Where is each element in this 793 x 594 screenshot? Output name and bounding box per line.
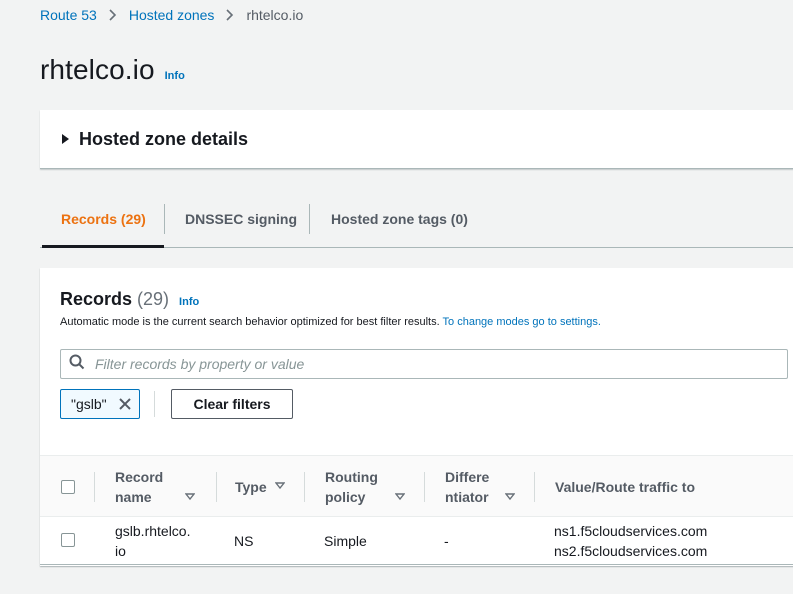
cell-value-line2: ns2.f5cloudservices.com: [554, 543, 708, 559]
caret-right-icon: [62, 134, 69, 144]
column-separator: [304, 472, 305, 502]
chevron-right-icon: [214, 9, 246, 21]
sort-caret-down-icon[interactable]: [185, 493, 195, 501]
token-divider: [154, 391, 155, 417]
page-info-link[interactable]: Info: [165, 70, 185, 82]
chevron-right-icon: [97, 9, 129, 21]
breadcrumb-current: rhtelco.io: [246, 7, 304, 23]
column-header-record-name-line2: name: [115, 489, 152, 505]
filter-token: "gslb": [60, 389, 140, 419]
records-description: Automatic mode is the current search beh…: [60, 316, 601, 328]
column-header-routing-policy[interactable]: Routing policy: [325, 467, 378, 507]
column-header-value[interactable]: Value/Route traffic to: [555, 477, 695, 497]
tab-hosted-zone-tags[interactable]: Hosted zone tags (0): [331, 204, 468, 234]
column-header-routing-line2: policy: [325, 489, 366, 505]
column-header-diff-line1: Differe: [445, 469, 490, 485]
page-header: rhtelco.io Info: [40, 54, 185, 86]
records-title: Records: [60, 289, 133, 309]
records-count: (29): [137, 289, 170, 309]
tab-dnssec-signing[interactable]: DNSSEC signing: [185, 204, 297, 234]
change-modes-link[interactable]: To change modes go to settings.: [443, 316, 601, 328]
breadcrumb: Route 53 Hosted zones rhtelco.io: [40, 6, 303, 24]
column-separator: [216, 472, 217, 502]
filter-records-field[interactable]: [60, 349, 788, 379]
column-separator: [424, 472, 425, 502]
hosted-zone-details-label: Hosted zone details: [79, 128, 249, 149]
records-table-header: Record name Type Routing policy Differe …: [40, 455, 793, 517]
cell-record-name: gslb.rhtelco. io: [115, 521, 190, 561]
records-header: Records (29) Info: [60, 289, 199, 310]
row-checkbox[interactable]: [61, 533, 75, 547]
tab-separator: [309, 204, 310, 234]
records-panel: Records (29) Info Automatic mode is the …: [40, 268, 793, 566]
filter-records-input[interactable]: [95, 356, 775, 372]
cell-differentiator: -: [444, 533, 449, 549]
column-header-routing-line1: Routing: [325, 469, 378, 485]
records-description-text: Automatic mode is the current search beh…: [60, 316, 440, 328]
select-all-checkbox[interactable]: [61, 480, 75, 494]
breadcrumb-route53-link[interactable]: Route 53: [40, 7, 97, 23]
tab-records[interactable]: Records (29): [61, 204, 146, 234]
sort-caret-down-icon[interactable]: [395, 493, 405, 501]
sort-caret-down-icon[interactable]: [505, 493, 515, 501]
cell-value-line1: ns1.f5cloudservices.com: [554, 523, 708, 539]
tab-separator: [164, 204, 165, 234]
cell-record-name-line1: gslb.rhtelco.: [115, 523, 191, 539]
column-header-record-name[interactable]: Record name: [115, 467, 163, 507]
cell-type: NS: [234, 533, 254, 549]
tab-active-indicator: [42, 245, 164, 248]
tab-bar: Records (29) DNSSEC signing Hosted zone …: [40, 196, 793, 248]
column-separator: [94, 472, 95, 502]
clear-filters-button[interactable]: Clear filters: [171, 389, 293, 419]
close-icon[interactable]: [118, 397, 132, 411]
cell-record-name-line2: io: [115, 543, 126, 559]
table-row[interactable]: gslb.rhtelco. io NS Simple - ns1.f5cloud…: [40, 517, 793, 565]
breadcrumb-hosted-zones-link[interactable]: Hosted zones: [129, 7, 215, 23]
filter-token-label: "gslb": [71, 396, 107, 412]
records-info-link[interactable]: Info: [179, 296, 199, 308]
cell-routing-policy: Simple: [324, 533, 367, 549]
column-header-differentiator[interactable]: Differe ntiator: [445, 467, 489, 507]
page-title: rhtelco.io: [40, 54, 155, 85]
cell-value: ns1.f5cloudservices.com ns2.f5cloudservi…: [554, 521, 707, 561]
sort-caret-down-icon[interactable]: [275, 482, 285, 490]
search-icon: [69, 354, 85, 375]
hosted-zone-details-expander[interactable]: Hosted zone details: [40, 110, 793, 169]
column-header-diff-line2: ntiator: [445, 489, 489, 505]
column-header-type[interactable]: Type: [235, 477, 267, 497]
column-separator: [534, 472, 535, 502]
column-header-record-name-line1: Record: [115, 469, 164, 485]
